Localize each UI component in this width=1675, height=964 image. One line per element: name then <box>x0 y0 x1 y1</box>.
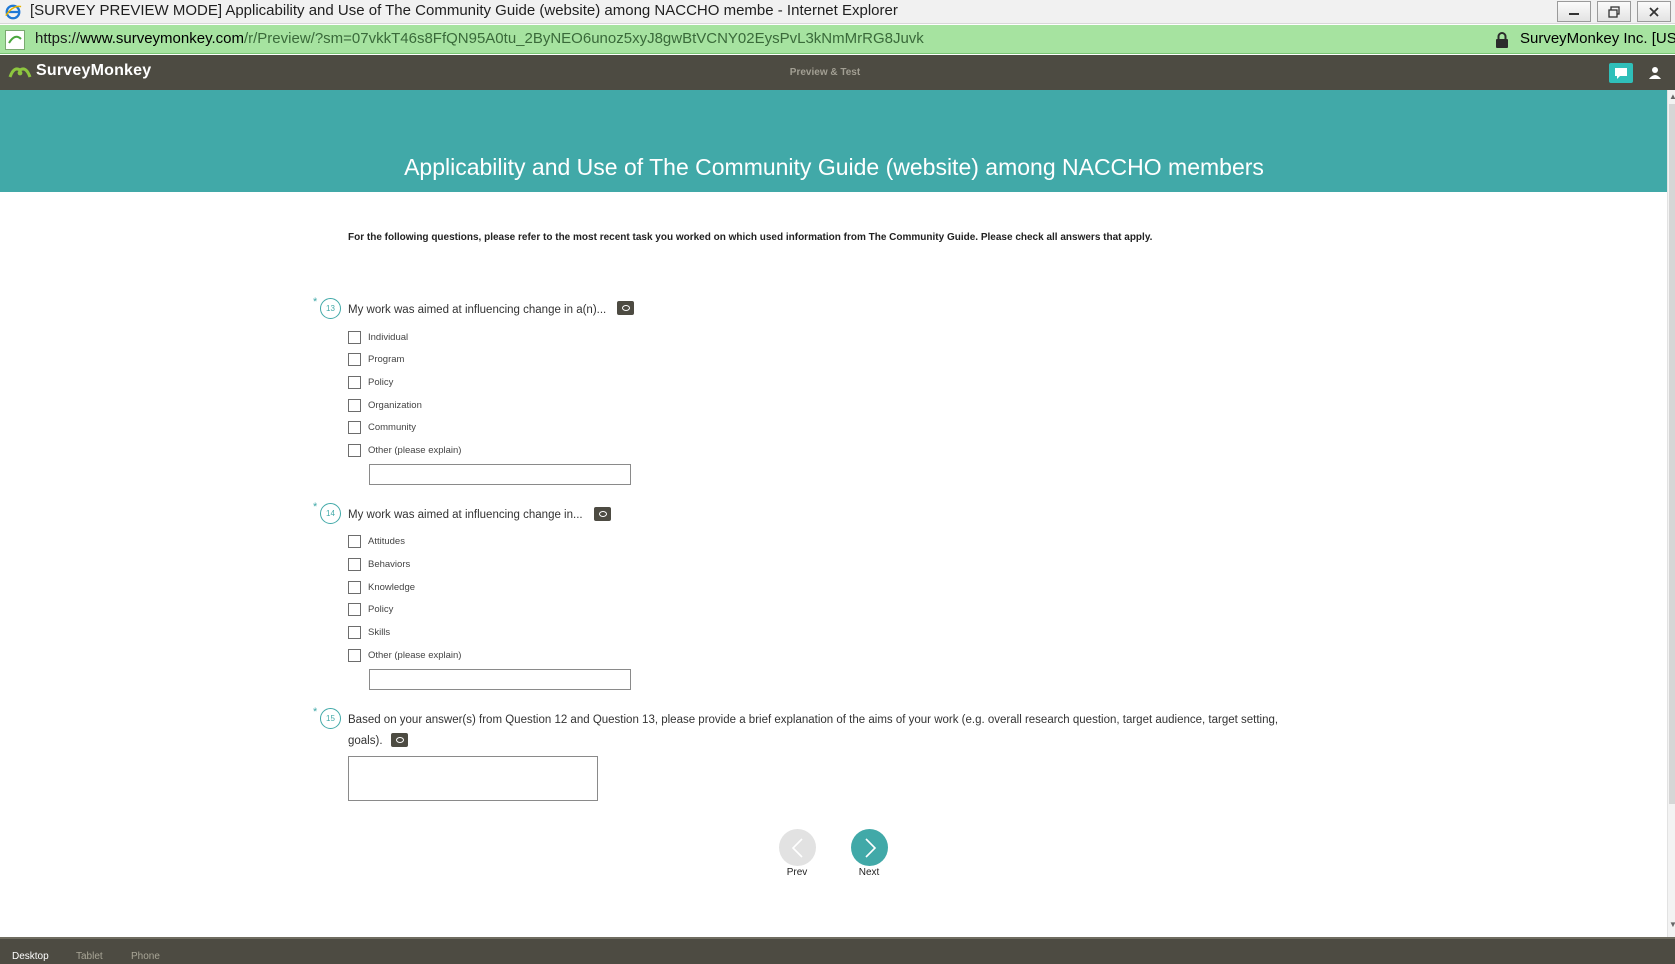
question-number: 14 <box>320 503 341 524</box>
option-label: Behaviors <box>368 558 411 570</box>
checkbox[interactable] <box>348 375 361 389</box>
option-organization[interactable]: Organization <box>348 398 422 412</box>
window-titlebar: [SURVEY PREVIEW MODE] Applicability and … <box>0 0 1675 24</box>
close-button[interactable] <box>1637 1 1671 22</box>
internet-explorer-icon <box>5 4 22 20</box>
user-icon <box>1649 67 1661 79</box>
option-other[interactable]: Other (please explain) <box>348 648 461 662</box>
option-other[interactable]: Other (please explain) <box>348 443 461 457</box>
question-13-text: My work was aimed at influencing change … <box>348 304 607 316</box>
question-number: 13 <box>320 298 341 319</box>
device-preview-bar: Desktop Tablet Phone <box>0 937 1675 964</box>
prev-label[interactable]: Prev <box>777 867 817 878</box>
question-15-text: Based on your answer(s) from Question 12… <box>348 714 1279 747</box>
device-phone[interactable]: Phone <box>131 951 160 962</box>
address-bar[interactable]: https://www.surveymonkey.com/r/Preview/?… <box>0 25 1675 54</box>
minimize-icon <box>1569 12 1579 15</box>
survey-title: Applicability and Use of The Community G… <box>404 154 1264 180</box>
option-label: Other (please explain) <box>368 444 462 456</box>
other-explain-input[interactable] <box>369 669 631 690</box>
option-behaviors[interactable]: Behaviors <box>348 557 410 571</box>
option-individual[interactable]: Individual <box>348 330 408 344</box>
next-label[interactable]: Next <box>849 867 889 878</box>
chevron-left-icon <box>791 837 803 858</box>
scrollbar-thumb[interactable] <box>1669 104 1675 804</box>
essay-textarea[interactable] <box>348 756 598 801</box>
url-scheme: https:// <box>35 30 81 47</box>
chevron-right-icon <box>864 837 876 858</box>
option-program[interactable]: Program <box>348 352 404 366</box>
comment-icon[interactable] <box>594 507 611 521</box>
checkbox[interactable] <box>348 420 361 434</box>
restore-icon <box>1608 5 1620 18</box>
option-label: Other (please explain) <box>368 649 462 661</box>
device-desktop[interactable]: Desktop <box>12 951 49 962</box>
option-label: Policy <box>368 376 394 388</box>
close-icon <box>1649 6 1659 17</box>
certificate-label[interactable]: SurveyMonkey Inc. [US] <box>1520 30 1675 47</box>
question-14-text: My work was aimed at influencing change … <box>348 509 583 521</box>
checkbox[interactable] <box>348 330 361 344</box>
surveymonkey-header: SurveyMonkey Preview & Test <box>0 55 1675 90</box>
device-tablet[interactable]: Tablet <box>76 951 103 962</box>
url-text[interactable]: https://www.surveymonkey.com/r/Preview/?… <box>35 30 924 47</box>
option-knowledge[interactable]: Knowledge <box>348 580 415 594</box>
option-attitudes[interactable]: Attitudes <box>348 534 405 548</box>
scroll-down-icon[interactable]: ▼ <box>1669 920 1675 929</box>
next-button[interactable] <box>851 829 888 866</box>
mode-label: Preview & Test <box>789 67 861 78</box>
required-marker: * <box>313 706 318 718</box>
survey-banner: Applicability and Use of The Community G… <box>0 90 1668 192</box>
window-title: [SURVEY PREVIEW MODE] Applicability and … <box>30 2 898 19</box>
option-policy[interactable]: Policy <box>348 375 393 389</box>
url-path: /r/Preview/?sm=07vkkT46s8FfQN95A0tu_2ByN… <box>243 30 924 47</box>
option-community[interactable]: Community <box>348 420 416 434</box>
checkbox[interactable] <box>348 398 361 412</box>
restore-button[interactable] <box>1597 1 1631 22</box>
option-label: Knowledge <box>368 581 416 593</box>
checkbox[interactable] <box>348 625 361 639</box>
option-label: Skills <box>368 626 391 638</box>
comment-icon[interactable] <box>391 733 408 747</box>
checkbox[interactable] <box>348 648 361 662</box>
checkbox[interactable] <box>348 443 361 457</box>
minimize-button[interactable] <box>1557 1 1591 22</box>
option-label: Program <box>368 353 405 365</box>
page-icon <box>5 30 25 50</box>
option-label: Policy <box>368 603 394 615</box>
option-label: Individual <box>368 331 409 343</box>
checkbox[interactable] <box>348 557 361 571</box>
other-explain-input[interactable] <box>369 464 631 485</box>
chat-button[interactable] <box>1609 63 1633 83</box>
chat-icon <box>1615 68 1627 79</box>
lock-icon[interactable] <box>1494 31 1510 49</box>
prev-button[interactable] <box>779 829 816 866</box>
comment-icon[interactable] <box>617 301 634 315</box>
question-number: 15 <box>320 708 341 729</box>
scroll-up-icon[interactable]: ▲ <box>1669 92 1675 101</box>
option-label: Community <box>368 421 417 433</box>
checkbox[interactable] <box>348 352 361 366</box>
option-label: Organization <box>368 399 422 411</box>
instructions-text: For the following questions, please refe… <box>348 232 1153 243</box>
checkbox[interactable] <box>348 534 361 548</box>
option-policy[interactable]: Policy <box>348 602 393 616</box>
option-label: Attitudes <box>368 535 405 547</box>
checkbox[interactable] <box>348 602 361 616</box>
user-button[interactable] <box>1643 63 1667 83</box>
required-marker: * <box>313 501 318 513</box>
checkbox[interactable] <box>348 580 361 594</box>
required-marker: * <box>313 296 318 308</box>
page-scrollbar[interactable]: ▲ ▼ <box>1667 90 1675 937</box>
option-skills[interactable]: Skills <box>348 625 390 639</box>
url-host: www.surveymonkey.com <box>80 30 244 47</box>
